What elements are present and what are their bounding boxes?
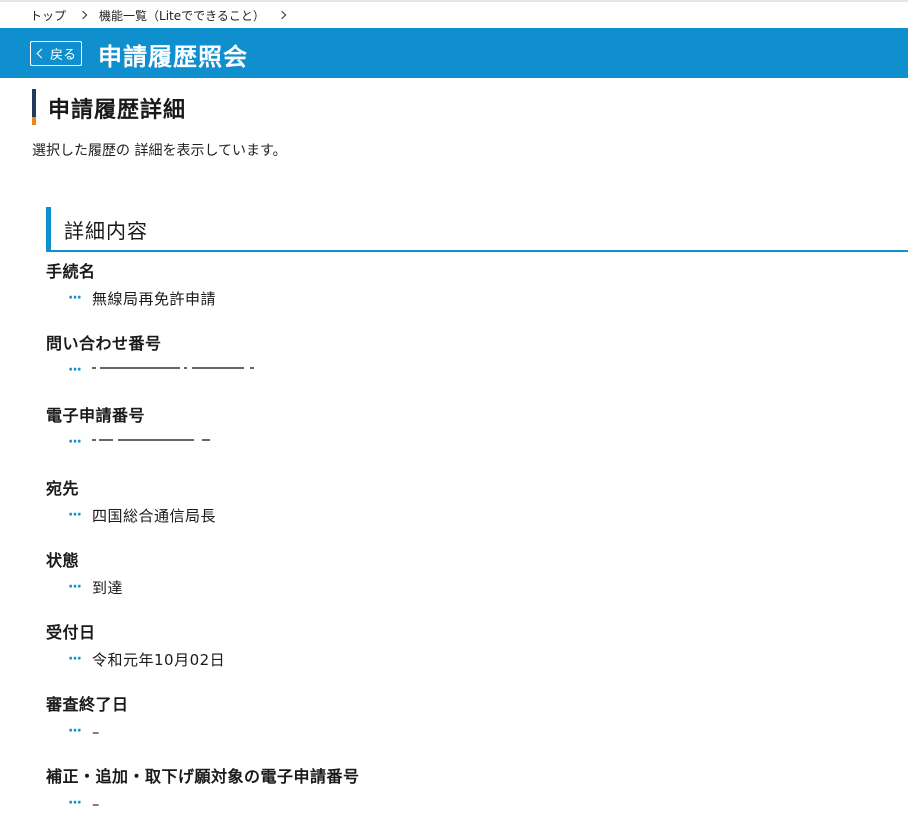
heading-accent-bar-orange	[32, 117, 36, 125]
field-label: 状態	[46, 551, 80, 570]
redacted-value	[92, 361, 282, 369]
field-inquiry-number: 問い合わせ番号 ···	[46, 333, 846, 383]
chevron-left-icon	[36, 48, 47, 59]
field-label: 審査終了日	[46, 695, 129, 714]
field-procedure-name: 手続名 ··· 無線局再免許申請	[46, 261, 846, 311]
breadcrumb: トップ 機能一覧（Liteでできること）	[30, 7, 298, 23]
back-button[interactable]: 戻る	[30, 41, 82, 66]
chevron-right-icon	[78, 10, 88, 20]
field-value: 四国総合通信局長	[92, 507, 217, 525]
field-label: 手続名	[46, 262, 96, 281]
field-label: 宛先	[46, 479, 80, 498]
field-label: 問い合わせ番号	[46, 334, 162, 353]
field-value: 到達	[92, 579, 124, 597]
field-value-row: ··· 令和元年10月02日	[46, 650, 846, 672]
field-review-end-date: 審査終了日 ··· –	[46, 694, 846, 744]
page-description: 選択した履歴の 詳細を表示しています。	[32, 143, 287, 159]
top-divider	[0, 0, 908, 2]
field-value: –	[92, 795, 100, 813]
ellipsis-icon: ···	[68, 651, 82, 667]
section-heading: 詳細内容	[46, 207, 908, 252]
section-accent-bar	[46, 207, 51, 250]
ellipsis-icon: ···	[68, 795, 82, 811]
ellipsis-icon: ···	[68, 362, 82, 378]
redacted-value	[92, 433, 282, 441]
back-button-label: 戻る	[49, 48, 76, 63]
section-title: 詳細内容	[64, 219, 148, 243]
field-label: 受付日	[46, 623, 96, 642]
page-title: 申請履歴詳細	[48, 98, 187, 123]
field-value-row: ··· 無線局再免許申請	[46, 289, 846, 311]
ellipsis-icon: ···	[68, 723, 82, 739]
field-label: 補正・追加・取下げ願対象の電子申請番号	[46, 767, 360, 786]
chevron-right-icon	[277, 10, 287, 20]
ellipsis-icon: ···	[68, 579, 82, 595]
field-status: 状態 ··· 到達	[46, 550, 846, 600]
field-received-date: 受付日 ··· 令和元年10月02日	[46, 622, 846, 672]
field-value-row: ···	[46, 361, 846, 383]
header-title: 申請履歴照会	[98, 43, 248, 71]
field-value: 令和元年10月02日	[92, 651, 226, 669]
page-header: 戻る 申請履歴照会	[0, 28, 908, 78]
field-recipient: 宛先 ··· 四国総合通信局長	[46, 478, 846, 528]
breadcrumb-feature-list-link[interactable]: 機能一覧（Liteでできること）	[99, 7, 265, 24]
breadcrumb-top-link[interactable]: トップ	[30, 7, 66, 24]
field-amendment-target-number: 補正・追加・取下げ願対象の電子申請番号 ··· –	[46, 766, 846, 816]
field-e-application-number: 電子申請番号 ···	[46, 405, 846, 455]
ellipsis-icon: ···	[68, 507, 82, 523]
field-value: 無線局再免許申請	[92, 290, 217, 308]
field-value: –	[92, 723, 100, 741]
ellipsis-icon: ···	[68, 290, 82, 306]
field-label: 電子申請番号	[46, 406, 146, 425]
heading-accent-bar	[32, 89, 36, 117]
ellipsis-icon: ···	[68, 434, 82, 450]
field-value-row: ··· 到達	[46, 578, 846, 600]
field-value-row: ···	[46, 433, 846, 455]
field-value-row: ··· 四国総合通信局長	[46, 506, 846, 528]
field-value-row: ··· –	[46, 722, 846, 744]
